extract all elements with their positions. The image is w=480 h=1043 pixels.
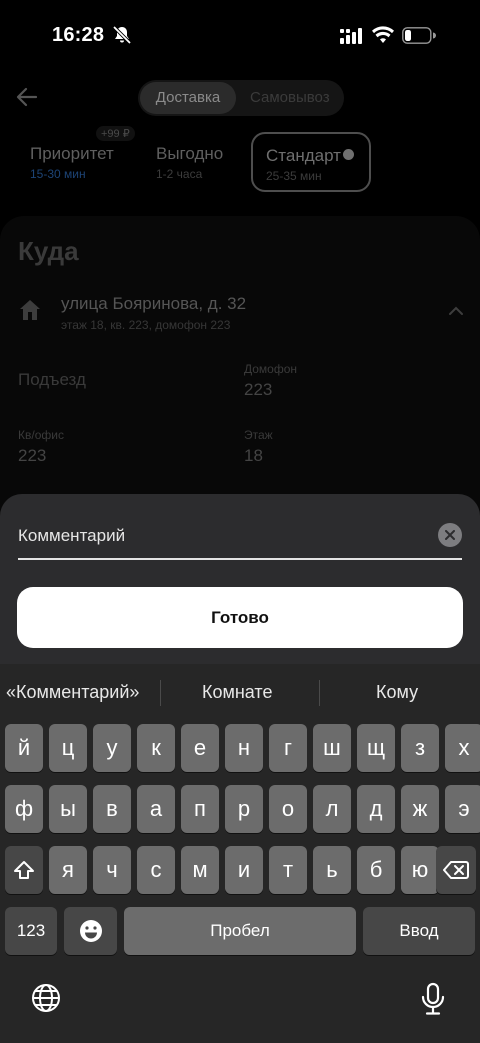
key-щ[interactable]: щ — [357, 724, 395, 772]
numbers-key[interactable]: 123 — [5, 907, 57, 955]
close-icon — [445, 530, 455, 540]
clear-input-button[interactable] — [438, 523, 462, 547]
comment-sheet: Готово — [0, 494, 480, 669]
tab-pickup[interactable]: Самовывоз — [250, 82, 330, 114]
comment-input[interactable] — [18, 520, 418, 550]
shift-key[interactable] — [5, 846, 43, 894]
address-details: этаж 18, кв. 223, домофон 223 — [61, 318, 231, 332]
suggestion-divider — [319, 680, 320, 706]
key-з[interactable]: з — [401, 724, 439, 772]
suggestion-item[interactable]: «Комментарий» — [6, 682, 139, 703]
floor-label: Этаж — [244, 428, 273, 442]
key-г[interactable]: г — [269, 724, 307, 772]
backspace-icon — [443, 861, 469, 879]
key-э[interactable]: э — [445, 785, 480, 833]
globe-icon[interactable] — [30, 982, 62, 1014]
key-с[interactable]: с — [137, 846, 175, 894]
key-р[interactable]: р — [225, 785, 263, 833]
key-т[interactable]: т — [269, 846, 307, 894]
suggestion-item[interactable]: Кому — [376, 682, 418, 703]
tariff-cheap[interactable]: Выгодно 1-2 часа — [156, 144, 223, 181]
wifi-icon — [372, 26, 394, 43]
key-х[interactable]: х — [445, 724, 480, 772]
key-й[interactable]: й — [5, 724, 43, 772]
tariff-name: Стандарт — [266, 146, 341, 165]
key-о[interactable]: о — [269, 785, 307, 833]
tariff-priority[interactable]: Приоритет 15-30 мин — [30, 144, 114, 181]
entrance-field[interactable]: Подъезд — [18, 370, 86, 390]
tariff-eta: 15-30 мин — [30, 167, 86, 181]
tariff-name: Выгодно — [156, 144, 224, 163]
done-button[interactable]: Готово — [17, 587, 463, 648]
suggestion-bar: «Комментарий» Комнате Кому — [0, 664, 480, 720]
chevron-right-icon — [342, 149, 354, 160]
price-badge: +99 ₽ — [96, 126, 135, 141]
key-и[interactable]: и — [225, 846, 263, 894]
key-п[interactable]: п — [181, 785, 219, 833]
intercom-value[interactable]: 223 — [244, 380, 272, 400]
comment-field — [18, 520, 462, 560]
key-м[interactable]: м — [181, 846, 219, 894]
key-л[interactable]: л — [313, 785, 351, 833]
key-ь[interactable]: ь — [313, 846, 351, 894]
key-ж[interactable]: ж — [401, 785, 439, 833]
key-д[interactable]: д — [357, 785, 395, 833]
key-ч[interactable]: ч — [93, 846, 131, 894]
floor-value[interactable]: 18 — [244, 446, 263, 466]
suggestion-item[interactable]: Комнате — [202, 682, 272, 703]
tariff-eta: 1-2 часа — [156, 167, 203, 181]
bell-muted-icon — [112, 25, 132, 45]
cellular-signal-icon — [340, 28, 362, 44]
key-ф[interactable]: ф — [5, 785, 43, 833]
delivery-screen: Доставка Самовывоз +99 ₽ Приоритет 15-30… — [0, 70, 480, 516]
apt-label: Кв/офис — [18, 428, 64, 442]
section-title: Куда — [18, 236, 79, 266]
key-к[interactable]: к — [137, 724, 175, 772]
delete-key[interactable] — [436, 846, 476, 894]
home-icon — [20, 300, 40, 320]
destination-card: Куда улица Бояринова, д. 32 этаж 18, кв.… — [0, 216, 480, 516]
tariff-name: Приоритет — [30, 144, 114, 163]
microphone-icon[interactable] — [420, 982, 446, 1016]
tariff-standard[interactable]: Стандарт 25-35 мин — [251, 132, 371, 192]
space-key[interactable]: Пробел — [124, 907, 356, 955]
chevron-up-icon[interactable] — [448, 306, 464, 316]
suggestion-divider — [160, 680, 161, 706]
emoji-key[interactable] — [64, 907, 117, 955]
shift-icon — [14, 861, 34, 879]
battery-icon — [402, 27, 436, 44]
address-line[interactable]: улица Бояринова, д. 32 — [61, 294, 246, 314]
key-ю[interactable]: ю — [401, 846, 439, 894]
tariff-eta: 25-35 мин — [266, 169, 322, 183]
back-arrow-icon[interactable] — [16, 86, 38, 108]
key-ы[interactable]: ы — [49, 785, 87, 833]
status-bar: 16:28 — [0, 0, 480, 70]
keyboard: «Комментарий» Комнате Кому йцукенгшщзх фы… — [0, 664, 480, 1043]
key-б[interactable]: б — [357, 846, 395, 894]
key-ш[interactable]: ш — [313, 724, 351, 772]
key-я[interactable]: я — [49, 846, 87, 894]
status-time: 16:28 — [52, 24, 105, 46]
key-ц[interactable]: ц — [49, 724, 87, 772]
key-е[interactable]: е — [181, 724, 219, 772]
delivery-mode-switch: Доставка Самовывоз — [138, 80, 344, 116]
return-key[interactable]: Ввод — [363, 907, 475, 955]
apt-value[interactable]: 223 — [18, 446, 46, 466]
intercom-label: Домофон — [244, 362, 298, 376]
key-а[interactable]: а — [137, 785, 175, 833]
key-н[interactable]: н — [225, 724, 263, 772]
tab-delivery[interactable]: Доставка — [140, 82, 236, 114]
key-у[interactable]: у — [93, 724, 131, 772]
emoji-icon — [79, 920, 102, 942]
key-в[interactable]: в — [93, 785, 131, 833]
